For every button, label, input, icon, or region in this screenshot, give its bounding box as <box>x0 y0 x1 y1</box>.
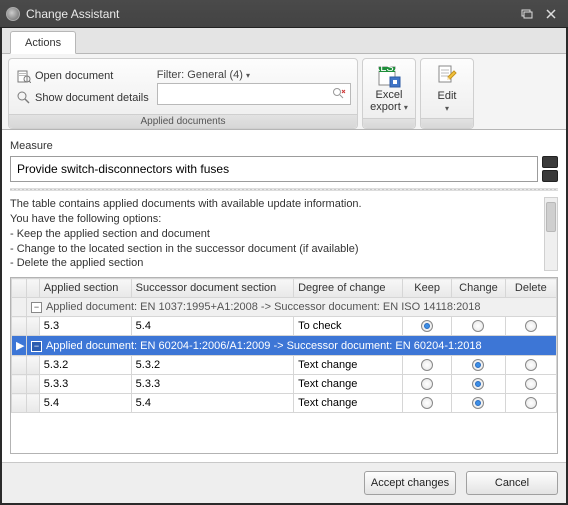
edit-icon <box>434 63 460 89</box>
info-scrollbar[interactable] <box>544 197 558 271</box>
cell-degree: Text change <box>294 375 403 394</box>
show-document-details-button[interactable]: Show document details <box>15 89 151 107</box>
radio-keep[interactable] <box>421 378 433 390</box>
radio-change[interactable] <box>472 378 484 390</box>
cell-successor: 5.4 <box>131 394 293 413</box>
cell-degree: To check <box>294 317 403 336</box>
col-delete[interactable]: Delete <box>505 279 556 298</box>
tab-actions[interactable]: Actions <box>10 31 76 54</box>
radio-change[interactable] <box>472 359 484 371</box>
grid-data-row[interactable]: 5.3.3 5.3.3 Text change <box>12 375 557 394</box>
col-successor[interactable]: Successor document section <box>131 279 293 298</box>
radio-change[interactable] <box>472 397 484 409</box>
cell-successor: 5.3.2 <box>131 356 293 375</box>
dialog-footer: Accept changes Cancel <box>2 462 566 503</box>
radio-change[interactable] <box>472 320 484 332</box>
ribbon-group-edit: Edit ▾ <box>420 58 474 129</box>
grid-group-row[interactable]: −Applied document: EN 1037:1995+A1:2008 … <box>12 298 557 317</box>
excel-export-label: Excel export <box>370 89 402 113</box>
col-keep[interactable]: Keep <box>403 279 452 298</box>
edit-button[interactable]: Edit ▾ <box>423 61 471 116</box>
window-title: Change Assistant <box>26 7 514 21</box>
filter-search[interactable] <box>157 83 351 105</box>
grid-data-row[interactable]: 5.3 5.4 To check <box>12 317 557 336</box>
radio-keep[interactable] <box>421 320 433 332</box>
chevron-down-icon: ▾ <box>246 71 250 80</box>
group-title: Applied document: EN 1037:1995+A1:2008 -… <box>46 301 481 313</box>
window-close-button[interactable] <box>540 5 562 23</box>
collapse-icon[interactable]: − <box>31 302 42 313</box>
radio-keep[interactable] <box>421 359 433 371</box>
ribbon: Open document Show document details Filt… <box>2 54 566 130</box>
edit-label: Edit <box>438 90 457 102</box>
show-document-details-label: Show document details <box>35 92 149 104</box>
col-change[interactable]: Change <box>452 279 505 298</box>
filter-search-input[interactable] <box>162 88 332 100</box>
tab-strip: Actions <box>2 28 566 54</box>
open-document-label: Open document <box>35 70 113 82</box>
cell-degree: Text change <box>294 394 403 413</box>
col-applied[interactable]: Applied section <box>39 279 131 298</box>
ribbon-group-excel: XLSX Excel export ▾ <box>362 58 416 129</box>
ribbon-group-footer-applied: Applied documents <box>9 114 357 128</box>
cell-applied: 5.4 <box>39 394 131 413</box>
cell-applied: 5.3.3 <box>39 375 131 394</box>
measure-input[interactable] <box>10 156 538 182</box>
chevron-down-icon: ▾ <box>445 104 449 113</box>
info-text: The table contains applied documents wit… <box>10 197 540 271</box>
open-document-button[interactable]: Open document <box>15 67 151 85</box>
grid-data-row[interactable]: 5.3.2 5.3.2 Text change <box>12 356 557 375</box>
col-degree[interactable]: Degree of change <box>294 279 403 298</box>
filter-dropdown[interactable]: Filter: General (4) ▾ <box>157 69 351 81</box>
filter-label: Filter: General (4) <box>157 69 243 81</box>
radio-delete[interactable] <box>525 397 537 409</box>
filter-clear-icon[interactable] <box>332 87 346 101</box>
accept-changes-button[interactable]: Accept changes <box>364 471 456 495</box>
measure-prev-button[interactable] <box>542 156 558 168</box>
grid-data-row[interactable]: 5.4 5.4 Text change <box>12 394 557 413</box>
svg-text:XLSX: XLSX <box>376 63 402 74</box>
chevron-down-icon: ▾ <box>404 103 408 112</box>
grid-header-row: Applied section Successor document secti… <box>12 279 557 298</box>
measure-label: Measure <box>10 140 558 152</box>
change-grid: Applied section Successor document secti… <box>10 277 558 454</box>
window-float-button[interactable] <box>516 5 538 23</box>
group-title: Applied document: EN 60204-1:2006/A1:200… <box>46 340 482 352</box>
cancel-button[interactable]: Cancel <box>466 471 558 495</box>
document-details-icon <box>17 91 31 105</box>
title-bar: Change Assistant <box>0 0 568 28</box>
ribbon-group-applied-documents: Open document Show document details Filt… <box>8 58 358 129</box>
splitter[interactable] <box>10 188 558 191</box>
collapse-icon[interactable]: − <box>31 341 42 352</box>
grid-group-row[interactable]: ▶−Applied document: EN 60204-1:2006/A1:2… <box>12 336 557 356</box>
cell-applied: 5.3 <box>39 317 131 336</box>
measure-next-button[interactable] <box>542 170 558 182</box>
radio-delete[interactable] <box>525 320 537 332</box>
open-document-icon <box>17 69 31 83</box>
app-logo-icon <box>6 7 20 21</box>
radio-delete[interactable] <box>525 378 537 390</box>
cell-degree: Text change <box>294 356 403 375</box>
radio-delete[interactable] <box>525 359 537 371</box>
cell-applied: 5.3.2 <box>39 356 131 375</box>
cell-successor: 5.4 <box>131 317 293 336</box>
radio-keep[interactable] <box>421 397 433 409</box>
excel-export-button[interactable]: XLSX Excel export ▾ <box>365 61 413 115</box>
excel-icon: XLSX <box>376 63 402 89</box>
cell-successor: 5.3.3 <box>131 375 293 394</box>
